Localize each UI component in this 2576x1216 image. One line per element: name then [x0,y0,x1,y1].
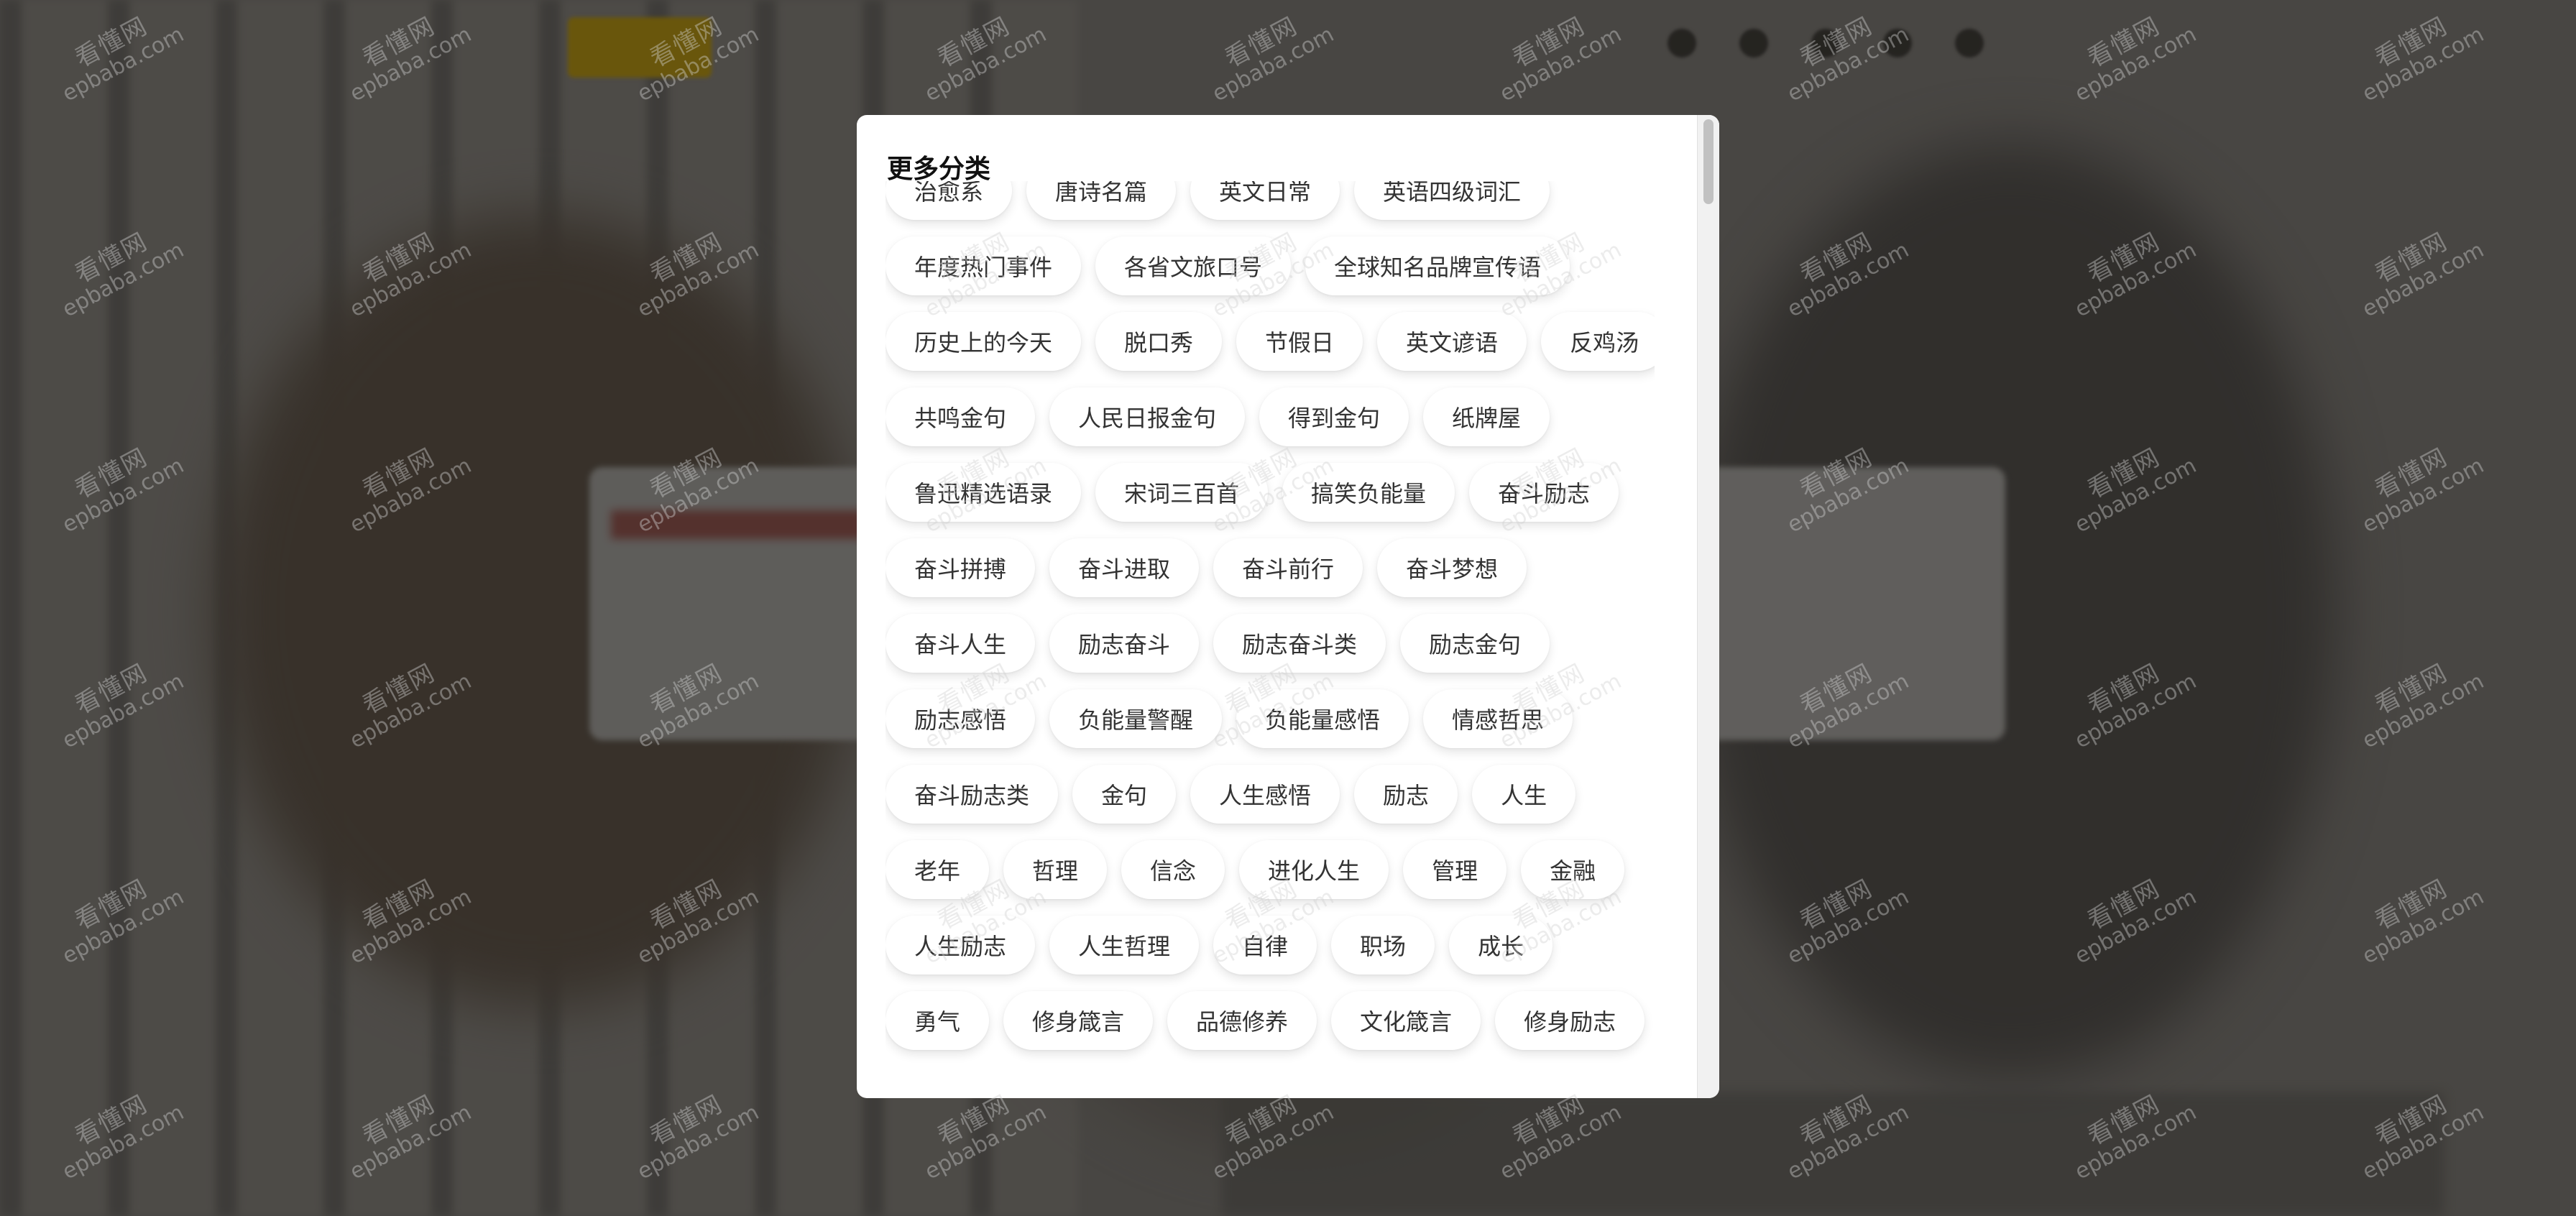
category-tag[interactable]: 金句 [1072,765,1177,824]
tag-row: 励志感悟 负能量警醒 负能量感悟 情感哲思 [886,689,1655,748]
category-tag[interactable]: 治愈系 [886,181,1013,220]
category-tag[interactable]: 搞笑负能量 [1282,463,1455,522]
category-tag[interactable]: 奋斗励志类 [886,765,1059,824]
category-tag[interactable]: 励志奋斗类 [1213,614,1386,673]
category-tag[interactable]: 英文谚语 [1377,312,1527,371]
category-tag[interactable]: 全球知名品牌宣传语 [1305,236,1570,295]
category-tag[interactable]: 英文日常 [1190,181,1340,220]
category-tag[interactable]: 励志感悟 [886,689,1036,748]
tag-row: 年度热门事件 各省文旅口号 全球知名品牌宣传语 [886,236,1655,295]
category-tag[interactable]: 节假日 [1236,312,1363,371]
category-tag[interactable]: 进化人生 [1239,840,1389,899]
category-tag[interactable]: 奋斗进取 [1049,538,1200,597]
category-tag[interactable]: 自律 [1213,916,1317,975]
category-tag[interactable]: 奋斗梦想 [1377,538,1527,597]
tag-row: 治愈系 唐诗名篇 英文日常 英语四级词汇 [886,181,1655,220]
category-tag[interactable]: 职场 [1331,916,1435,975]
category-tag[interactable]: 负能量警醒 [1049,689,1223,748]
category-tag[interactable]: 英语四级词汇 [1354,181,1550,220]
modal-scrollbar[interactable] [1697,115,1719,1098]
category-tag[interactable]: 共鸣金句 [886,387,1036,446]
tag-row: 人生励志 人生哲理 自律 职场 成长 [886,916,1655,975]
category-tag[interactable]: 人生 [1472,765,1576,824]
category-tag[interactable]: 奋斗前行 [1213,538,1363,597]
category-tag[interactable]: 得到金句 [1259,387,1409,446]
category-tag[interactable]: 人民日报金句 [1049,387,1246,446]
category-tag[interactable]: 奋斗励志 [1469,463,1619,522]
category-tag[interactable]: 文化箴言 [1331,991,1481,1050]
category-tag[interactable]: 人生哲理 [1049,916,1200,975]
category-tag[interactable]: 人生励志 [886,916,1036,975]
category-tag[interactable]: 修身箴言 [1003,991,1154,1050]
modal-title: 更多分类 [887,155,991,184]
category-tag[interactable]: 信念 [1121,840,1225,899]
category-tag[interactable]: 宋词三百首 [1095,463,1269,522]
tag-row: 共鸣金句 人民日报金句 得到金句 纸牌屋 [886,387,1655,446]
category-tag[interactable]: 奋斗拼搏 [886,538,1036,597]
category-tag[interactable]: 金融 [1521,840,1625,899]
category-tag[interactable]: 情感哲思 [1423,689,1573,748]
category-tag[interactable]: 纸牌屋 [1423,387,1550,446]
tag-row: 奋斗拼搏 奋斗进取 奋斗前行 奋斗梦想 [886,538,1655,597]
category-tag[interactable]: 脱口秀 [1095,312,1223,371]
category-tag[interactable]: 唐诗名篇 [1026,181,1177,220]
category-tag[interactable]: 修身励志 [1495,991,1645,1050]
tag-row: 奋斗励志类 金句 人生感悟 励志 人生 [886,765,1655,824]
category-tag[interactable]: 老年 [886,840,990,899]
category-tag[interactable]: 人生感悟 [1190,765,1340,824]
category-tag[interactable]: 各省文旅口号 [1095,236,1292,295]
category-tag-list: 治愈系 唐诗名篇 英文日常 英语四级词汇 年度热门事件 各省文旅口号 全球知名品牌宣传语 历史… [886,181,1655,1098]
more-categories-modal: 更多分类 治愈系 唐诗名篇 英文日常 英语四级词汇年度热门事件 各省文旅口号 全球知名品牌… [857,115,1719,1098]
category-tag[interactable]: 奋斗人生 [886,614,1036,673]
category-tag[interactable]: 励志奋斗 [1049,614,1200,673]
tag-row: 鲁迅精选语录 宋词三百首 搞笑负能量 奋斗励志 [886,463,1655,522]
tag-row: 奋斗人生 励志奋斗 励志奋斗类 励志金句 [886,614,1655,673]
category-tag[interactable]: 成长 [1449,916,1553,975]
category-tag[interactable]: 鲁迅精选语录 [886,463,1082,522]
category-tag[interactable]: 反鸡汤 [1541,312,1655,371]
category-tag[interactable]: 历史上的今天 [886,312,1082,371]
category-tag[interactable]: 年度热门事件 [886,236,1082,295]
tag-row: 历史上的今天 脱口秀 节假日 英文谚语 反鸡汤 [886,312,1655,371]
category-tag[interactable]: 负能量感悟 [1236,689,1409,748]
category-tag[interactable]: 励志 [1354,765,1458,824]
category-tag[interactable]: 品德修养 [1167,991,1317,1050]
category-tag[interactable]: 勇气 [886,991,990,1050]
category-tag[interactable]: 励志金句 [1400,614,1550,673]
category-tag[interactable]: 管理 [1403,840,1507,899]
tag-row: 勇气 修身箴言 品德修养 文化箴言 修身励志 [886,991,1655,1050]
scrollbar-thumb[interactable] [1703,119,1714,204]
category-tag[interactable]: 哲理 [1003,840,1108,899]
tag-row: 老年 哲理 信念 进化人生 管理 金融 [886,840,1655,899]
